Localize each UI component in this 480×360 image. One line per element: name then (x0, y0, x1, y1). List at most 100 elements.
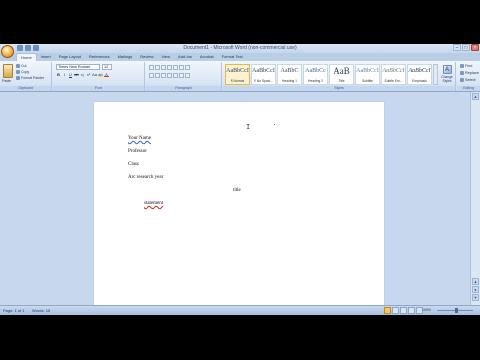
style-subtle-emphasis[interactable]: AaBbCcI Subtle Em... (381, 64, 406, 85)
bold-button[interactable]: B (56, 72, 61, 77)
ribbon-tabs: Home Insert Page Layout References Maili… (16, 53, 247, 61)
tab-page-layout[interactable]: Page Layout (55, 53, 85, 61)
style-no-spacing[interactable]: AaBbCcI ¶ No Spaci... (251, 64, 276, 85)
doc-line-name-text: Your Name (128, 136, 151, 141)
change-styles-button[interactable]: A Change Styles (438, 64, 456, 85)
word-count[interactable]: Words: 15 (32, 306, 50, 315)
style-heading-2[interactable]: AaBbCc Heading 2 (303, 64, 328, 85)
minimize-button[interactable]: – (453, 44, 461, 51)
highlight-icon[interactable]: ab (98, 72, 103, 77)
save-icon[interactable] (17, 45, 23, 51)
office-logo-icon[interactable] (1, 45, 14, 58)
doc-line-title[interactable]: title (233, 188, 241, 193)
doc-line-class[interactable]: Class (128, 162, 139, 167)
clipboard-group-label: Clipboard (0, 86, 51, 91)
increase-indent-icon[interactable] (173, 65, 178, 70)
subscript-button[interactable]: x₂ (80, 72, 85, 77)
replace-button[interactable]: Replace (460, 71, 479, 75)
justify-icon[interactable] (167, 73, 172, 78)
close-button[interactable]: × (471, 44, 479, 51)
tab-view[interactable]: View (157, 53, 174, 61)
full-screen-reading-icon[interactable] (392, 307, 399, 314)
editing-group: Find Replace Select Editing (457, 62, 480, 91)
decrease-indent-icon[interactable] (167, 65, 172, 70)
style-sample: AaBbCcI (252, 68, 275, 74)
style-name: ¶ Normal (230, 79, 245, 83)
page-count[interactable]: Page: 1 of 1 (3, 306, 25, 315)
tab-references[interactable]: References (85, 53, 113, 61)
undo-icon[interactable] (25, 45, 31, 51)
line-spacing-icon[interactable] (173, 73, 178, 78)
zoom-level[interactable]: 100% (422, 306, 431, 315)
style-sample: AaB (333, 66, 350, 76)
styles-group: AaBbCcI ¶ Normal AaBbCcI ¶ No Spaci... A… (223, 62, 456, 91)
font-size-select[interactable]: 12 (102, 64, 112, 70)
find-button[interactable]: Find (460, 64, 472, 68)
web-layout-icon[interactable] (400, 307, 407, 314)
redo-icon[interactable] (33, 45, 39, 51)
strikethrough-button[interactable]: ab (74, 72, 79, 77)
tab-acrobat[interactable]: Acrobat (196, 53, 218, 61)
maximize-button[interactable]: □ (462, 44, 470, 51)
doc-line-research[interactable]: Arc research year (128, 175, 163, 180)
zoom-slider[interactable] (437, 308, 473, 313)
change-styles-icon: A (442, 65, 452, 74)
superscript-button[interactable]: x² (86, 72, 91, 77)
letterbox-top (0, 0, 480, 44)
vertical-scrollbar[interactable]: ▲ ▲ ● ▼ (470, 92, 480, 305)
doc-line-statement[interactable]: statement (144, 201, 163, 206)
print-layout-icon[interactable] (384, 307, 391, 314)
style-normal[interactable]: AaBbCcI ¶ Normal (225, 64, 250, 85)
paste-icon[interactable] (3, 64, 13, 78)
change-case-button[interactable]: Aa (92, 72, 97, 77)
select-browse-object-icon[interactable]: ● (472, 286, 479, 293)
select-button[interactable]: Select (460, 78, 476, 82)
style-sample: AaBbCcI (408, 68, 431, 74)
doc-line-name[interactable]: Your Name (128, 136, 151, 141)
tab-review[interactable]: Review (136, 53, 157, 61)
align-center-icon[interactable] (155, 73, 160, 78)
style-title[interactable]: AaB Title (329, 64, 354, 85)
tab-home[interactable]: Home (16, 53, 37, 61)
numbering-icon[interactable] (155, 65, 160, 70)
copy-icon (16, 70, 20, 74)
paragraph-group-label: Paragraph (146, 86, 221, 91)
style-heading-1[interactable]: AaBbC Heading 1 (277, 64, 302, 85)
editing-group-label: Editing (457, 86, 480, 91)
paragraph-row-1 (149, 65, 190, 70)
outline-icon[interactable] (408, 307, 415, 314)
align-left-icon[interactable] (149, 73, 154, 78)
cut-label: Cut (21, 64, 27, 68)
style-name: Emphasis (412, 79, 427, 83)
paragraph-row-2 (149, 73, 190, 78)
bullets-icon[interactable] (149, 65, 154, 70)
tab-mailings[interactable]: Mailings (114, 53, 137, 61)
borders-icon[interactable] (185, 73, 190, 78)
styles-group-label: Styles (223, 86, 455, 91)
zoom-thumb[interactable] (455, 308, 458, 313)
sort-icon[interactable] (179, 65, 184, 70)
tab-insert[interactable]: Insert (37, 53, 55, 61)
italic-button[interactable]: I (62, 72, 67, 77)
style-subtitle[interactable]: AaBbCcI Subtitle (355, 64, 380, 85)
next-page-icon[interactable]: ▼ (472, 294, 479, 301)
format-painter-button[interactable]: Format Painter (16, 76, 44, 80)
doc-line-professor[interactable]: Professor (128, 149, 147, 154)
multilevel-list-icon[interactable] (161, 65, 166, 70)
show-marks-icon[interactable] (185, 65, 190, 70)
scroll-up-icon[interactable]: ▲ (472, 93, 479, 100)
style-emphasis[interactable]: AaBbCcI Emphasis (407, 64, 432, 85)
tab-add-ins[interactable]: Add-Ins (174, 53, 196, 61)
align-right-icon[interactable] (161, 73, 166, 78)
find-label: Find (465, 64, 473, 68)
underline-button[interactable]: U (68, 72, 73, 77)
style-sample: AaBbCcI (382, 68, 405, 74)
font-name-select[interactable]: Times New Roman (56, 64, 100, 70)
previous-page-icon[interactable]: ▲ (472, 278, 479, 285)
document-page[interactable]: Your Name Professor Class Arc research y… (94, 102, 384, 312)
font-color-icon[interactable]: A (104, 72, 109, 77)
copy-button[interactable]: Copy (16, 70, 29, 74)
shading-icon[interactable] (179, 73, 184, 78)
cut-button[interactable]: Cut (16, 64, 26, 68)
tab-format-text[interactable]: Format Text (218, 53, 247, 61)
